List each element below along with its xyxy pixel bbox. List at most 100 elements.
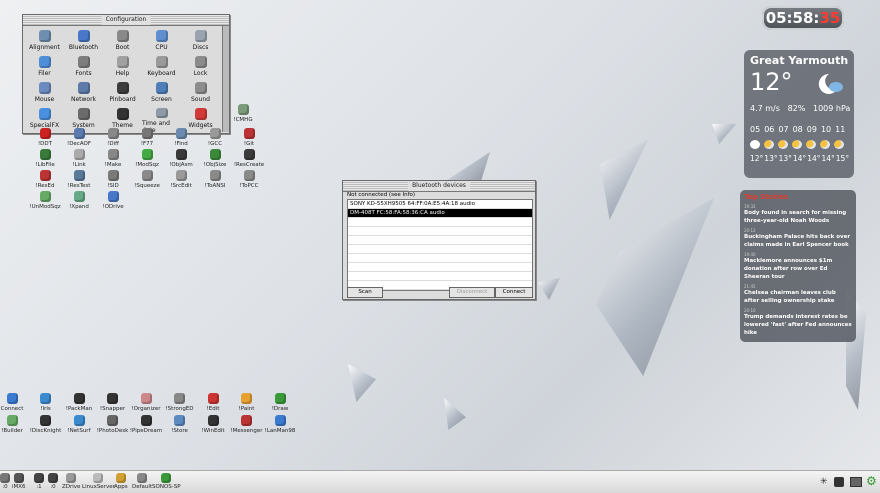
pinboard-icon-make[interactable]: !Make [96, 149, 130, 168]
news-item[interactable]: 20:10 Trump demands interest rates be low… [740, 305, 856, 337]
pinboard-icon-odrive[interactable]: !ODrive [96, 191, 130, 210]
forecast-temp: 13° [778, 154, 792, 163]
sun-cloud-icon [834, 140, 844, 149]
pinboard-icon-resed[interactable]: !ResEd [28, 170, 62, 189]
bluetooth-device-row[interactable]: DM-408T FC:58:FA:58:36:CA audio [348, 209, 532, 218]
pinboard-icon-topcc[interactable]: !ToPCC [232, 170, 266, 189]
pinboard-icon-objsize[interactable]: !ObjSize [198, 149, 232, 168]
gear-icon[interactable]: ⚙ [866, 474, 877, 488]
pinboard-icon-modsqz[interactable]: !ModSqz [130, 149, 164, 168]
config-item-label: Boot [115, 44, 130, 51]
pinboard-icon-organizer[interactable]: !Organizer [129, 393, 163, 412]
weather-pressure: 1009 hPa [812, 104, 851, 113]
pinboard-icon-ddt[interactable]: !DDT [28, 128, 62, 147]
pinboard-icon-restest[interactable]: !ResTest [62, 170, 96, 189]
icon-bar-item-imx6[interactable]: iMX6 [12, 473, 26, 490]
pinboard-icon-f77[interactable]: !F77 [130, 128, 164, 147]
pinboard-icon-store[interactable]: !Store [163, 415, 197, 434]
pinboard-icon-sid[interactable]: !SID [96, 170, 130, 189]
config-item-boot[interactable]: Boot [103, 30, 142, 56]
pinboard-icon-paint[interactable]: !Paint [230, 393, 264, 412]
pinboard-icon-diff[interactable]: !Diff [96, 128, 130, 147]
weather-forecast-hours: 05 06 07 08 09 10 11 [750, 125, 845, 134]
config-item-mouse[interactable]: Mouse [25, 82, 64, 108]
config-item-filer[interactable]: Filer [25, 56, 64, 82]
bluetooth-devices-window[interactable]: Bluetooth devices Not connected (see Inf… [342, 180, 536, 300]
news-item[interactable]: 19:32 Body found in search for missing th… [740, 201, 856, 225]
icon-bar-item-zdrive[interactable]: ZDrive [62, 473, 80, 490]
scan-button[interactable]: Scan [347, 287, 383, 298]
pinboard-icon-xpand[interactable]: !Xpand [62, 191, 96, 210]
news-item[interactable]: 19:40 Macklemore announces $1m donation a… [740, 249, 856, 281]
configuration-window[interactable]: Configuration Alignment Bluetooth Boot CPU D… [22, 14, 230, 134]
pinboard-icon-edit[interactable]: !Edit [196, 393, 230, 412]
bluetooth-device-list[interactable]: SONY KD-55XH9505 64:FF:0A:E5:4A:18 audio… [347, 199, 533, 291]
pinboard-icon-libfile[interactable]: !LibFile [28, 149, 62, 168]
icon-bar-item-linuxserver[interactable]: LinuxServer [82, 473, 115, 490]
bluetooth-titlebar[interactable]: Bluetooth devices [343, 181, 535, 192]
news-headline: Chelsea chairman leaves club after selli… [744, 290, 836, 304]
config-item-bluetooth[interactable]: Bluetooth [64, 30, 103, 56]
icon-bar-item-0[interactable]: :0 [0, 473, 10, 490]
config-item-cpu[interactable]: CPU [142, 30, 181, 56]
pinboard-icon-toansi[interactable]: !ToANSI [198, 170, 232, 189]
pinboard-icon-iris[interactable]: !Iris [29, 393, 63, 412]
pinboard-icon-objasm[interactable]: !ObjAsm [164, 149, 198, 168]
bluetooth-icon[interactable]: ✳ [820, 477, 828, 487]
icon-bar-item-1[interactable]: :1 [34, 473, 44, 490]
config-item-screen[interactable]: Screen [142, 82, 181, 108]
pinboard-icon-photodesk[interactable]: !PhotoDesk [96, 415, 130, 434]
config-item-keyboard[interactable]: Keyboard [142, 56, 181, 82]
weather-widget: Great Yarmouth 12° 4.7 m/s 82% 1009 hPa … [744, 50, 854, 178]
pinboard-icon-draw[interactable]: !Draw [263, 393, 297, 412]
pinboard-icon-decaof[interactable]: !DecAOF [62, 128, 96, 147]
pinboard-icon-gcc[interactable]: !GCC [198, 128, 232, 147]
config-item-pinboard[interactable]: Pinboard [103, 82, 142, 108]
pinboard-icon-rescreate[interactable]: !ResCreate [232, 149, 266, 168]
pinboard-icon-label: !ModSqz [135, 162, 159, 168]
disconnect-button[interactable]: Disconnect [449, 287, 495, 298]
pinboard-icon-packman[interactable]: !PackMan [62, 393, 96, 412]
pinboard-icon-unmodsqz[interactable]: !UnModSqz [28, 191, 62, 210]
pinboard-icon-lanman98[interactable]: !LanMan98 [263, 415, 297, 434]
pinboard-icon-winedit[interactable]: !WinEdit [196, 415, 230, 434]
config-item-sound[interactable]: Sound [181, 82, 220, 108]
news-item[interactable]: 21:45 Chelsea chairman leaves club after … [740, 281, 856, 305]
config-item-discs[interactable]: Discs [181, 30, 220, 56]
tray-app-icon[interactable] [834, 477, 844, 487]
icon-bar-item-0[interactable]: :0 [48, 473, 58, 490]
config-item-lock[interactable]: Lock [181, 56, 220, 82]
pinboard-icon-git[interactable]: !Git [232, 128, 266, 147]
configuration-titlebar[interactable]: Configuration [23, 15, 229, 26]
pinboard-icon-squeeze[interactable]: !Squeeze [130, 170, 164, 189]
pinboard-icon-srcedit[interactable]: !SrcEdit [164, 170, 198, 189]
config-item-network[interactable]: Network [64, 82, 103, 108]
bluetooth-device-row[interactable]: SONY KD-55XH9505 64:FF:0A:E5:4A:18 audio [348, 200, 532, 209]
config-item-fonts[interactable]: Fonts [64, 56, 103, 82]
pinboard-icon-cmhg[interactable]: !CMHG [226, 104, 260, 123]
pinboard-icon-snapper[interactable]: !Snapper [96, 393, 130, 412]
pinboard-icon-stronged[interactable]: !StrongED [163, 393, 197, 412]
pinboard-icon-messenger[interactable]: !Messenger [230, 415, 264, 434]
icon-bar-item-apps[interactable]: Apps [114, 473, 128, 490]
news-item[interactable]: 20:12 Buckingham Palace hits back over cl… [740, 225, 856, 249]
squeeze-icon [141, 170, 153, 181]
forecast-hour: 11 [835, 125, 846, 134]
pinboard-icon-builder[interactable]: !Builder [0, 415, 29, 434]
pinboard-icon-discknight[interactable]: !DiscKnight [29, 415, 63, 434]
pinboard-icon-pipedream[interactable]: !PipeDream [129, 415, 163, 434]
gcc-icon [209, 128, 221, 139]
connect-button[interactable]: Connect [495, 287, 533, 298]
tray-display-icon[interactable] [850, 477, 862, 487]
pinboard-icon-link[interactable]: !Link [62, 149, 96, 168]
news-widget[interactable]: Top Stories 19:32 Body found in search fo… [740, 190, 856, 342]
config-item-alignment[interactable]: Alignment [25, 30, 64, 56]
icon-bar-item-default[interactable]: Default [132, 473, 152, 490]
pinboard-icon-find[interactable]: !Find [164, 128, 198, 147]
sound-icon [194, 82, 207, 94]
pinboard-icon-connect[interactable]: Connect [0, 393, 29, 412]
icon-bar-item-sonos-sp[interactable]: SONOS-SP [152, 473, 181, 490]
config-item-help[interactable]: Help [103, 56, 142, 82]
pinboard-icon-netsurf[interactable]: !NetSurf [62, 415, 96, 434]
netsurf-icon [73, 415, 85, 426]
